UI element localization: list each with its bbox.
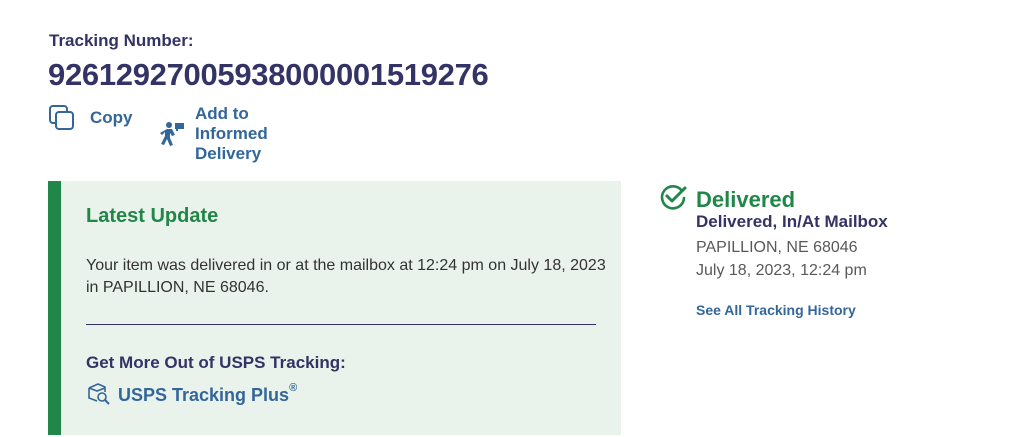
copy-label: Copy — [90, 108, 133, 127]
latest-update-divider — [86, 324, 596, 325]
add-to-informed-delivery-button[interactable]: Add to Informed Delivery — [159, 104, 268, 164]
status-detail: Delivered, In/At Mailbox — [696, 212, 888, 231]
status-datetime: July 18, 2023, 12:24 pm — [696, 262, 867, 279]
status-location: PAPILLION, NE 68046 — [696, 239, 858, 256]
delivery-status: Delivered Delivered, In/At Mailbox PAPIL… — [658, 182, 888, 318]
copy-icon — [48, 104, 76, 132]
usps-tracking-plus-label: USPS Tracking Plus® — [118, 382, 298, 406]
latest-update-title: Latest Update — [86, 205, 219, 227]
tracking-number-digits: 9261292700593800000151927 — [48, 57, 472, 92]
tracking-number: 92612927005938000001519276 — [48, 57, 489, 93]
tracking-number-last-digit: 6 — [471, 57, 489, 92]
see-all-tracking-history-link[interactable]: See All Tracking History — [696, 302, 856, 318]
usps-tracking-plus-text: USPS Tracking Plus — [118, 385, 290, 405]
package-search-icon — [86, 381, 110, 410]
registered-mark: ® — [289, 382, 298, 394]
more-tracking-title: Get More Out of USPS Tracking: — [86, 353, 346, 372]
copy-button[interactable]: Copy — [48, 104, 133, 132]
latest-update-message: Your item was delivered in or at the mai… — [86, 257, 606, 296]
usps-tracking-plus-link[interactable]: USPS Tracking Plus® — [86, 381, 297, 410]
latest-update-panel: Latest Update Your item was delivered in… — [48, 181, 621, 435]
mail-carrier-icon — [159, 120, 187, 148]
check-circle-icon — [658, 182, 688, 217]
tracking-number-label: Tracking Number: — [49, 31, 194, 50]
status-title: Delivered — [696, 186, 796, 212]
add-to-informed-delivery-label: Add to Informed Delivery — [195, 104, 268, 163]
